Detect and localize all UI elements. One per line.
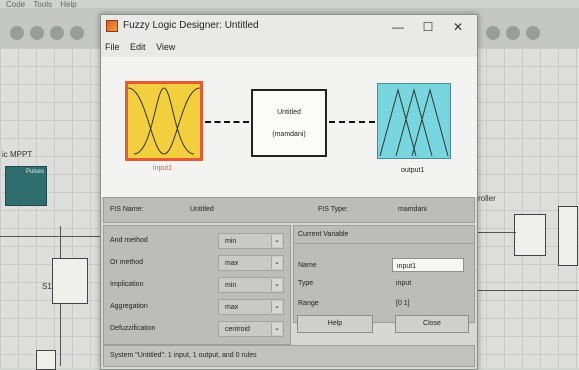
defuzzification-select[interactable]: centroid ⌄ xyxy=(218,321,284,337)
output-connector xyxy=(329,121,375,123)
close-button[interactable]: Close xyxy=(395,315,469,333)
implication-label: Implication xyxy=(110,281,144,288)
background-controller-label: roller xyxy=(478,194,496,203)
menu-edit[interactable]: Edit xyxy=(126,39,150,55)
fis-name-value: Untitled xyxy=(190,206,214,213)
implication-select[interactable]: min ⌄ xyxy=(218,277,284,293)
output-mf-triangles-icon xyxy=(379,88,449,157)
background-menubar: Code Tools Help xyxy=(0,0,579,9)
fis-name-label: FIS Name: xyxy=(110,206,144,213)
input-mf-curves-icon xyxy=(127,87,201,155)
status-text: System "Untitled": 1 input, 1 output, an… xyxy=(110,352,257,359)
background-block[interactable] xyxy=(558,206,578,266)
menu-file[interactable]: File xyxy=(101,39,124,55)
chevron-down-icon[interactable]: ⌄ xyxy=(271,279,282,291)
matlab-icon xyxy=(106,20,118,32)
aggregation-select[interactable]: max ⌄ xyxy=(218,299,284,315)
variable-range-label: Range xyxy=(298,300,319,307)
pulses-label: Pulses xyxy=(25,169,44,175)
fis-type-value: mamdani xyxy=(398,206,427,213)
title-bar[interactable]: Fuzzy Logic Designer: Untitled — ☐ ✕ xyxy=(101,15,477,39)
defuzzification-label: Defuzzification xyxy=(110,325,156,332)
output-membership-box[interactable] xyxy=(377,83,451,159)
window-title: Fuzzy Logic Designer: Untitled xyxy=(123,20,259,31)
menu-bar: File Edit View xyxy=(101,39,477,57)
input-membership-box[interactable] xyxy=(125,81,203,161)
and-method-row: And method min ⌄ xyxy=(108,232,286,250)
and-method-value: min xyxy=(225,238,237,245)
back-icon[interactable] xyxy=(30,26,44,40)
or-method-label: Or method xyxy=(110,259,144,266)
defuzzification-value: centroid xyxy=(225,326,250,333)
and-method-select[interactable]: min ⌄ xyxy=(218,233,284,249)
status-bar: System "Untitled": 1 input, 1 output, an… xyxy=(103,345,475,367)
fis-diagram: input1 Untitled (mamdani) output1 xyxy=(101,57,477,197)
defuzzification-row: Defuzzification centroid ⌄ xyxy=(108,320,286,338)
or-method-row: Or method max ⌄ xyxy=(108,254,286,272)
fuzzy-logic-designer-window: Fuzzy Logic Designer: Untitled — ☐ ✕ Fil… xyxy=(100,14,478,370)
fis-system-type: (mamdani) xyxy=(272,131,306,138)
implication-value: min xyxy=(225,282,237,289)
background-source-block[interactable] xyxy=(514,214,546,256)
variable-range-value: [0 1] xyxy=(396,300,410,307)
output-label[interactable]: output1 xyxy=(401,167,424,174)
up-icon[interactable] xyxy=(70,26,84,40)
implication-row: Implication min ⌄ xyxy=(108,276,286,294)
aggregation-value: max xyxy=(225,304,239,311)
methods-panel: And method min ⌄ Or method max ⌄ Implicati… xyxy=(103,225,291,345)
help-button[interactable]: Help xyxy=(297,315,373,333)
toolbar-icon[interactable] xyxy=(486,26,500,40)
chevron-down-icon[interactable]: ⌄ xyxy=(271,257,282,269)
menu-view[interactable]: View xyxy=(152,39,179,55)
toolbar-icon[interactable] xyxy=(506,26,520,40)
input-connector xyxy=(205,121,249,123)
background-wire xyxy=(476,232,516,233)
background-s1-label: S1 xyxy=(42,282,52,291)
variable-name-label: Name xyxy=(298,262,317,269)
minimize-button[interactable]: — xyxy=(383,15,413,39)
fis-system-box[interactable]: Untitled (mamdani) xyxy=(251,89,327,157)
input-label[interactable]: input1 xyxy=(153,165,172,172)
aggregation-row: Aggregation max ⌄ xyxy=(108,298,286,316)
background-switch-block[interactable] xyxy=(52,258,88,304)
forward-icon[interactable] xyxy=(50,26,64,40)
background-mppt-label: ic MPPT xyxy=(2,150,33,159)
variable-type-value: input xyxy=(396,280,412,287)
background-block[interactable] xyxy=(36,350,56,370)
fis-system-name: Untitled xyxy=(277,109,301,116)
background-pulses-block[interactable]: Pulses xyxy=(5,166,47,206)
background-wire xyxy=(476,290,579,291)
and-method-label: And method xyxy=(110,237,148,244)
background-wire xyxy=(0,236,100,237)
toolbar-icon[interactable] xyxy=(10,26,24,40)
variable-type-label: Type xyxy=(298,280,314,287)
variable-name-input[interactable] xyxy=(392,258,464,272)
fis-info-row: FIS Name: Untitled FIS Type: mamdani xyxy=(103,197,475,223)
current-variable-panel: Current Variable Name Type input Range [… xyxy=(293,225,475,323)
toolbar-icon[interactable] xyxy=(526,26,540,40)
maximize-button[interactable]: ☐ xyxy=(413,15,443,39)
fis-type-label: FIS Type: xyxy=(318,206,348,213)
or-method-value: max xyxy=(225,260,239,267)
aggregation-label: Aggregation xyxy=(110,303,148,310)
divider xyxy=(294,243,474,244)
or-method-select[interactable]: max ⌄ xyxy=(218,255,284,271)
chevron-down-icon[interactable]: ⌄ xyxy=(271,301,282,313)
chevron-down-icon[interactable]: ⌄ xyxy=(271,235,282,247)
current-variable-caption: Current Variable xyxy=(298,231,349,238)
close-window-button[interactable]: ✕ xyxy=(443,15,473,39)
chevron-down-icon[interactable]: ⌄ xyxy=(271,323,282,335)
